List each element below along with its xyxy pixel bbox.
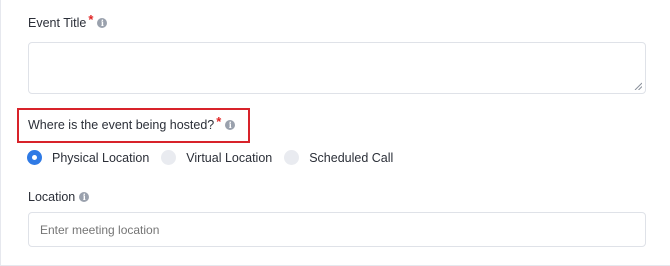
info-icon[interactable]: i [79, 192, 90, 202]
radio-unselected-icon[interactable] [161, 150, 177, 165]
event-title-textarea[interactable] [28, 42, 646, 94]
hosting-label: Where is the event being hosted? * i [28, 114, 236, 132]
radio-selected-icon[interactable] [27, 150, 42, 165]
info-icon[interactable]: i [225, 119, 236, 130]
hosting-label-text: Where is the event being hosted? [28, 117, 215, 132]
radio-label[interactable]: Scheduled Call [309, 151, 393, 165]
radio-label[interactable]: Virtual Location [186, 151, 272, 165]
event-title-label: Event Title * i [28, 12, 108, 30]
radio-unselected-icon[interactable] [284, 150, 300, 165]
radio-label[interactable]: Physical Location [52, 151, 149, 165]
location-label-text: Location [28, 190, 76, 204]
required-asterisk: * [88, 12, 94, 27]
location-label: Location i [28, 190, 90, 204]
location-input[interactable] [28, 212, 646, 247]
radio-scheduled-call[interactable]: Scheduled Call [284, 150, 393, 165]
info-icon[interactable]: i [97, 17, 108, 28]
event-form: Event Title * i Where is the event being… [0, 0, 670, 266]
required-asterisk: * [216, 114, 222, 129]
resize-handle-icon[interactable] [634, 82, 642, 90]
hosting-radio-group: Physical Location Virtual Location Sched… [27, 150, 405, 165]
event-title-label-text: Event Title [28, 15, 87, 30]
radio-virtual-location[interactable]: Virtual Location [161, 150, 272, 165]
radio-physical-location[interactable]: Physical Location [27, 150, 149, 165]
